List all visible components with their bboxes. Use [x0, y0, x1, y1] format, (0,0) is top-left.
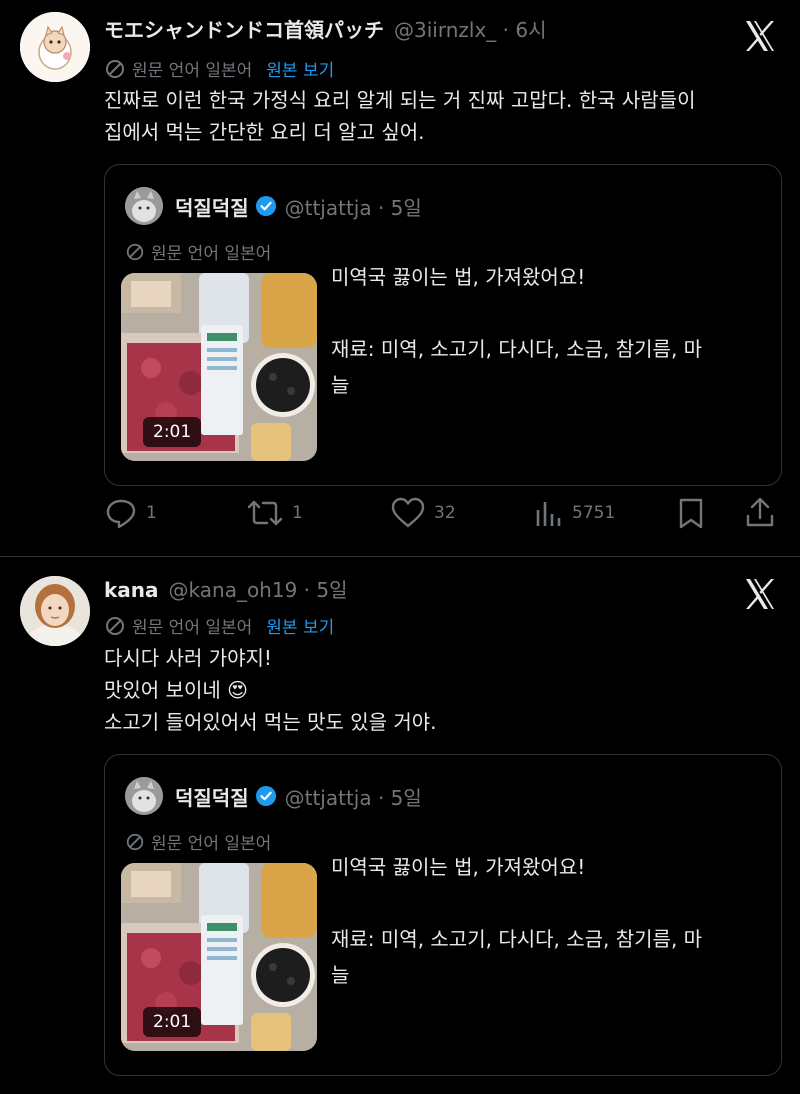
quote-translation-note: 원문 언어 일본어 — [125, 239, 271, 264]
views-button[interactable]: 5751 — [534, 496, 615, 530]
tweet-text: 다시다 사러 가야지! 맛있어 보이네 😍 소고기 들어있어서 먹는 맛도 있을… — [104, 642, 784, 738]
translation-label: 원문 언어 일본어 — [132, 618, 253, 638]
verified-badge-icon — [255, 196, 276, 216]
avatar[interactable] — [20, 576, 90, 646]
quote-author-name[interactable]: 덕질덕질 — [175, 782, 249, 811]
tweet-text-line: 소고기 들어있어서 먹는 맛도 있을 거야. — [104, 710, 437, 734]
show-original-link[interactable]: 원본 보기 — [266, 613, 334, 638]
bookmark-icon — [679, 498, 703, 529]
video-duration: 2:01 — [143, 1007, 202, 1037]
reply-count: 1 — [146, 503, 157, 523]
quote-text-line: 재료: 미역, 소고기, 다시다, 소금, 참기름, 마 — [331, 337, 703, 361]
quoted-tweet[interactable]: 덕질덕질 @ttjattja · 5일 원문 언어 일본어 2:01 미역국 끓… — [104, 754, 782, 1076]
translation-label: 원문 언어 일본어 — [151, 834, 272, 854]
tweet[interactable]: kana @kana_oh19 · 5일 원문 언어 일본어 원본 보기 다시다… — [0, 556, 800, 1094]
translation-label: 원문 언어 일본어 — [151, 244, 272, 264]
like-button[interactable]: 32 — [390, 496, 456, 530]
tweet[interactable]: モエシャンドンドコ首領パッチ @3iirnzlx_ · 6시 원문 언어 일본어… — [0, 0, 800, 556]
tweet-text: 진짜로 이런 한국 가정식 요리 알게 되는 거 진짜 고맙다. 한국 사람들이… — [104, 84, 784, 148]
repost-button[interactable]: 1 — [246, 496, 303, 530]
author-handle-time[interactable]: @kana_oh19 · 5일 — [169, 574, 348, 603]
share-icon — [746, 497, 774, 527]
show-original-link[interactable]: 원본 보기 — [266, 56, 334, 81]
translate-icon — [106, 616, 124, 635]
tweet-text-line: 다시다 사러 가야지! — [104, 646, 272, 670]
translation-label: 원문 언어 일본어 — [132, 61, 253, 81]
quote-text-line: 늘 — [331, 963, 350, 987]
quote-text-line: 미역국 끓이는 법, 가져왔어요! — [331, 855, 586, 879]
author-name[interactable]: モエシャンドンドコ首領パッチ — [104, 14, 384, 43]
tweet-text-line: 맛있어 보이네 😍 — [104, 678, 248, 702]
author-handle-time[interactable]: @3iirnzlx_ · 6시 — [394, 14, 546, 43]
tweet-text-line: 집에서 먹는 간단한 요리 더 알고 싶어. — [104, 120, 425, 144]
quote-handle-time[interactable]: @ttjattja · 5일 — [285, 192, 422, 221]
reply-button[interactable]: 1 — [104, 496, 157, 530]
quote-translation-note: 원문 언어 일본어 — [125, 829, 271, 854]
like-count: 32 — [434, 503, 456, 523]
author-name[interactable]: kana — [104, 578, 159, 602]
avatar[interactable] — [20, 12, 90, 82]
quote-avatar[interactable] — [125, 777, 163, 815]
quote-text-line: 미역국 끓이는 법, 가져왔어요! — [331, 265, 586, 289]
views-count: 5751 — [572, 503, 616, 523]
tweet-text-line: 진짜로 이런 한국 가정식 요리 알게 되는 거 진짜 고맙다. 한국 사람들이 — [104, 88, 696, 112]
x-logo-icon[interactable] — [740, 574, 780, 614]
repost-icon — [247, 500, 283, 526]
tweet-actions: 1 1 32 5751 — [104, 496, 780, 536]
quote-text-line — [331, 885, 771, 921]
repost-count: 1 — [292, 503, 303, 523]
quote-text: 미역국 끓이는 법, 가져왔어요! 재료: 미역, 소고기, 다시다, 소금, … — [331, 259, 771, 403]
translation-note: 원문 언어 일본어 원본 보기 — [104, 56, 334, 81]
quote-text-line — [331, 295, 771, 331]
quote-text-line: 재료: 미역, 소고기, 다시다, 소금, 참기름, 마 — [331, 927, 703, 951]
translate-icon — [106, 59, 124, 78]
translate-icon — [126, 833, 144, 850]
video-thumbnail[interactable]: 2:01 — [121, 863, 317, 1051]
heart-icon — [391, 497, 425, 528]
translation-note: 원문 언어 일본어 원본 보기 — [104, 613, 334, 638]
quote-text: 미역국 끓이는 법, 가져왔어요! 재료: 미역, 소고기, 다시다, 소금, … — [331, 849, 771, 993]
views-icon — [536, 502, 561, 526]
quote-text-line: 늘 — [331, 373, 350, 397]
reply-icon — [106, 499, 136, 529]
quote-handle-time[interactable]: @ttjattja · 5일 — [285, 782, 422, 811]
quote-author-name[interactable]: 덕질덕질 — [175, 192, 249, 221]
video-thumbnail[interactable]: 2:01 — [121, 273, 317, 461]
verified-badge-icon — [255, 786, 276, 806]
video-duration: 2:01 — [143, 417, 202, 447]
quoted-tweet[interactable]: 덕질덕질 @ttjattja · 5일 원문 언어 일본어 2:01 미역국 끓… — [104, 164, 782, 486]
share-button[interactable] — [744, 496, 776, 530]
quote-avatar[interactable] — [125, 187, 163, 225]
x-logo-icon[interactable] — [740, 16, 780, 56]
bookmark-button[interactable] — [676, 496, 706, 530]
translate-icon — [126, 243, 144, 260]
